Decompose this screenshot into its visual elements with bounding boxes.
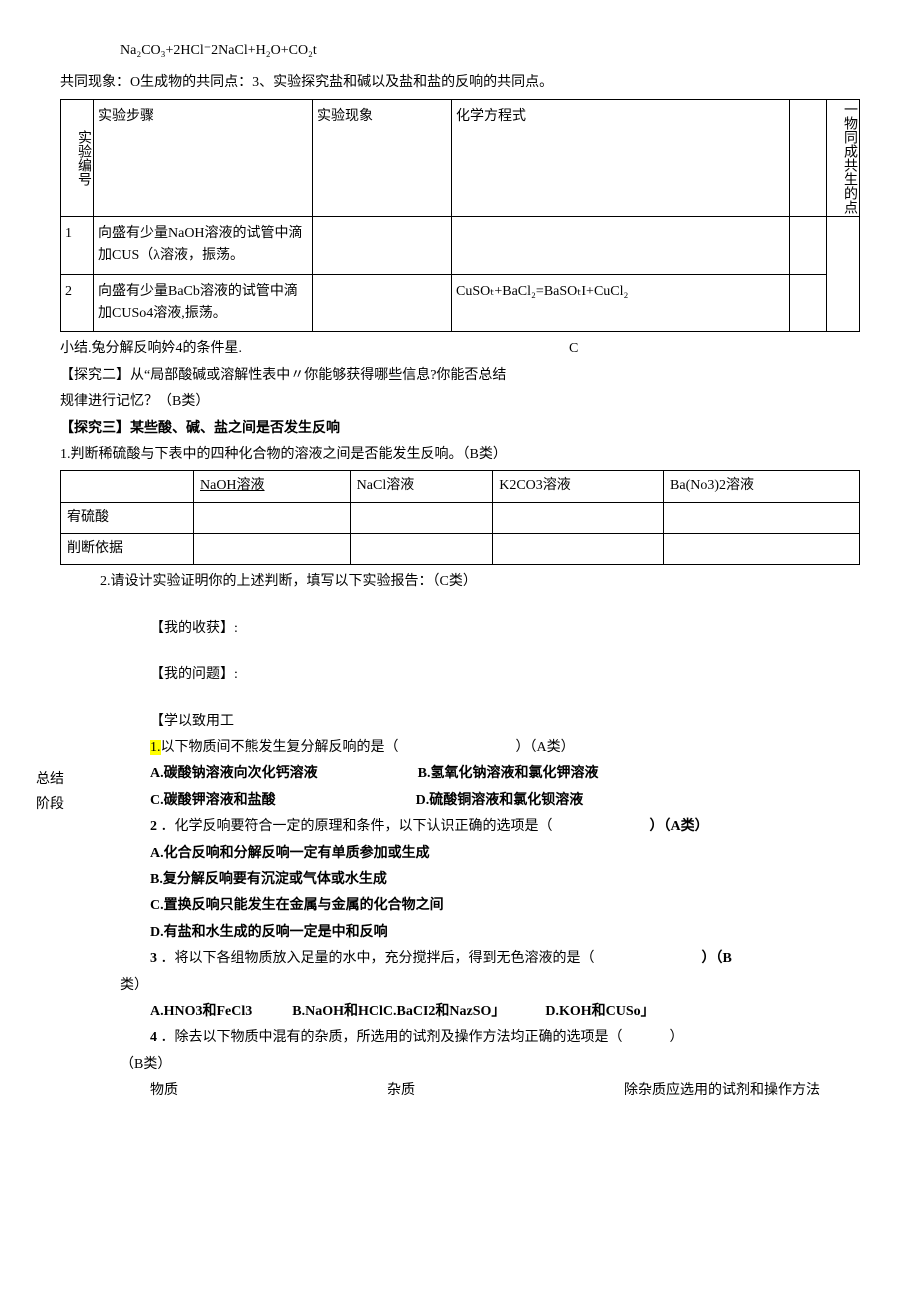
th-bano3: Ba(No3)2溶液 — [664, 471, 860, 502]
q2-A: A.化合反响和分解反响一定有单质参加或生成 — [150, 843, 860, 865]
q3-no: 3 — [150, 951, 157, 966]
q3-opts: A.HNO3和FeCl3 B.NaOH和HClC.BaCI2和NazSO」 D.… — [150, 1001, 860, 1023]
inquiry3-title: 【探究三】某些酸、碱、盐之间是否发生反响 — [60, 418, 860, 440]
th-k2co3: K2CO3溶液 — [493, 471, 664, 502]
inquiry2-line1: 【探究二】从“局部酸碱或溶解性表中〃你能够获得哪些信息?你能否总结 — [60, 365, 860, 387]
inquiry3-item2: 2.请设计实验证明你的上述判断，填写以下实验报告：（C类） — [100, 571, 860, 593]
my-harvest: 【我的收获】: — [150, 618, 860, 640]
study-apply: 【学以致用工 — [150, 711, 860, 733]
q3-tail: 类） — [120, 975, 860, 997]
inquiry2-line2: 规律进行记忆？（B类） — [60, 391, 860, 413]
q3-stem: 3 ．将以下各组物质放入足量的水中，充分搅拌后，得到无色溶液的是（ ）（B — [150, 948, 860, 970]
summary-line: 小结.兔分解反响妗4的条件星. C — [60, 338, 860, 360]
q2-text: ．化学反响要符合一定的原理和条件，以下认识正确的选项是（ — [161, 819, 553, 834]
cell-phen — [313, 274, 452, 332]
q2-blank: ）（A类） — [650, 819, 709, 834]
cell-step: 向盛有少量BaCb溶液的试管中滴加CUSo4溶液,振荡。 — [94, 274, 313, 332]
inquiry3-item1: 1.判断稀硫酸与下表中的四种化合物的溶液之间是否能发生反响。（B类） — [60, 444, 860, 466]
sidebar-stage-label: 总结阶段 — [30, 767, 70, 817]
q1-C: C.碳酸钾溶液和盐酸 — [150, 790, 276, 812]
q4-blank: ） — [670, 1030, 684, 1045]
table-row: 削断依据 — [61, 534, 860, 565]
cell-no: 2 — [61, 274, 94, 332]
q4-h3: 除杂质应选用的试剂和操作方法 — [624, 1080, 820, 1102]
th-step: 实验步骤 — [94, 99, 313, 216]
th-exp-no: 实验编号 — [61, 99, 94, 216]
cell-no: 1 — [61, 216, 94, 274]
cell-h2so4: 宥硫酸 — [61, 502, 194, 533]
q1-opts-cd: C.碳酸钾溶液和盐酸 D.硫酸铜溶液和氯化钡溶液 — [150, 790, 860, 812]
table-row: 2 向盛有少量BaCb溶液的试管中滴加CUSo4溶液,振荡。 CuSOₜ+BaC… — [61, 274, 860, 332]
cell-phen — [313, 216, 452, 274]
table-row: 1 向盛有少量NaOH溶液的试管中滴加CUS（λ溶液，振荡。 — [61, 216, 860, 274]
q2-no: 2 — [150, 819, 157, 834]
q4-no: 4 — [150, 1030, 157, 1045]
q1-no: 1. — [150, 740, 161, 755]
q2-B: B.复分解反响要有沉淀或气体或水生成 — [150, 869, 860, 891]
q4-headers: 物质 杂质 除杂质应选用的试剂和操作方法 — [150, 1080, 820, 1102]
th-blank — [61, 471, 194, 502]
th-phenomenon: 实验现象 — [313, 99, 452, 216]
cell-blank — [790, 274, 827, 332]
q3-blank: ）（B — [702, 951, 732, 966]
cell-blank — [790, 216, 827, 274]
experiment-table-1: 实验编号 实验步骤 实验现象 化学方程式 一物同成共生的点 1 向盛有少量NaO… — [60, 99, 860, 333]
q2-D: D.有盐和水生成的反响一定是中和反响 — [150, 922, 860, 944]
cell-basis: 削断依据 — [61, 534, 194, 565]
q4-tail: （B类） — [120, 1054, 860, 1076]
q1-A: A.碳酸钠溶液向次化钙溶液 — [150, 763, 318, 785]
q4-text: ．除去以下物质中混有的杂质，所选用的试剂及操作方法均正确的选项是（ — [161, 1030, 623, 1045]
cell-eq — [452, 216, 790, 274]
q4-h2: 杂质 — [387, 1080, 415, 1102]
q3-D: D.KOH和CUSo」 — [545, 1001, 654, 1023]
table-row: 宥硫酸 — [61, 502, 860, 533]
q2-stem: 2 ．化学反响要符合一定的原理和条件，以下认识正确的选项是（ ）（A类） — [150, 816, 860, 838]
th-nacl: NaCl溶液 — [350, 471, 493, 502]
cell-step: 向盛有少量NaOH溶液的试管中滴加CUS（λ溶液，振荡。 — [94, 216, 313, 274]
common-phenomenon-line: 共同现象：O生成物的共同点：3、实验探究盐和碱以及盐和盐的反响的共同点。 — [60, 72, 860, 94]
chemical-formula: Na₂CO₃+2HCl⁻2NaCl+H₂O+CO₂t — [120, 40, 860, 62]
q3-A: A.HNO3和FeCl3 — [150, 1001, 252, 1023]
q1-B: B.氢氧化钠溶液和氯化钾溶液 — [418, 763, 599, 785]
q1-stem: 1.以下物质间不熊发生复分解反响的是（ ）（A类） — [150, 737, 860, 759]
my-question: 【我的问题】: — [150, 664, 860, 686]
q3-B: B.NaOH和HClC.BaCI2和NazSO」 — [292, 1001, 505, 1023]
summary-text: 小结.兔分解反响妗4的条件星. — [60, 341, 242, 356]
solubility-table: NaOH溶液 NaCl溶液 K2CO3溶液 Ba(No3)2溶液 宥硫酸 削断依… — [60, 470, 860, 565]
cell-eq: CuSOₜ+BaCl₂=BaSOₜI+CuCl₂ — [452, 274, 790, 332]
summary-c: C — [569, 341, 578, 356]
q2-C: C.置换反响只能发生在金属与金属的化合物之间 — [150, 895, 860, 917]
cell-common — [827, 216, 860, 332]
q1-blank: ）（A类） — [516, 740, 575, 755]
q4-stem: 4 ．除去以下物质中混有的杂质，所选用的试剂及操作方法均正确的选项是（ ） — [150, 1027, 860, 1049]
q1-opts-ab: A.碳酸钠溶液向次化钙溶液 B.氢氧化钠溶液和氯化钾溶液 — [150, 763, 860, 785]
q4-h1: 物质 — [150, 1080, 178, 1102]
th-blank — [790, 99, 827, 216]
th-equation: 化学方程式 — [452, 99, 790, 216]
q3-text: ．将以下各组物质放入足量的水中，充分搅拌后，得到无色溶液的是（ — [161, 951, 595, 966]
q1-text: 以下物质间不熊发生复分解反响的是（ — [161, 740, 399, 755]
th-naoh: NaOH溶液 — [194, 471, 351, 502]
th-common-point: 一物同成共生的点 — [827, 99, 860, 216]
q1-D: D.硫酸铜溶液和氯化钡溶液 — [416, 790, 584, 812]
